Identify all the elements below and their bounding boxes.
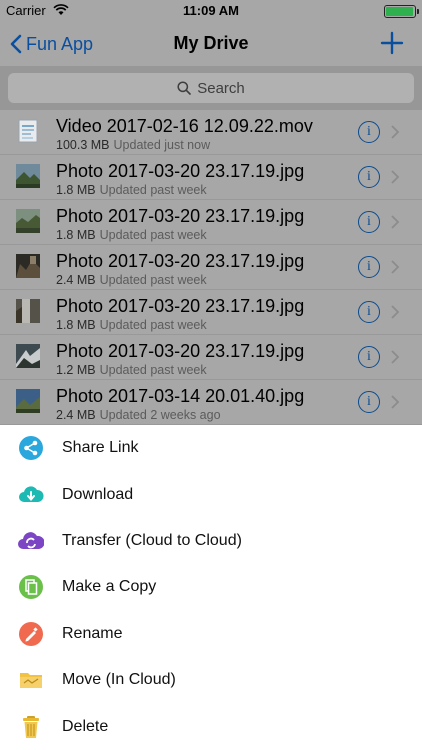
action-label: Rename <box>62 624 123 642</box>
file-name: Photo 2017-03-20 23.17.19.jpg <box>56 251 305 271</box>
file-row-3[interactable]: Photo 2017-03-20 23.17.19.jpg 2.4 MB Upda… <box>0 245 422 290</box>
info-icon: i <box>367 394 371 409</box>
file-size: 1.8 MB <box>56 183 96 197</box>
file-updated: Updated past week <box>99 273 207 287</box>
file-size: 2.4 MB <box>56 273 96 287</box>
delete-action[interactable]: Delete <box>0 703 422 749</box>
file-name: Photo 2017-03-20 23.17.19.jpg <box>56 341 305 361</box>
copy-icon <box>19 575 43 600</box>
file-name: Photo 2017-03-20 23.17.19.jpg <box>56 206 305 226</box>
file-name: Photo 2017-03-20 23.17.19.jpg <box>56 296 305 316</box>
file-size: 1.2 MB <box>56 363 96 377</box>
action-label: Share Link <box>62 439 139 457</box>
file-name: Photo 2017-03-14 20.01.40.jpg <box>56 386 305 406</box>
file-size: 2.4 MB <box>56 408 96 422</box>
file-meta: 1.8 MB Updated past week <box>56 183 207 197</box>
file-size: 100.3 MB <box>56 138 110 152</box>
action-label: Transfer (Cloud to Cloud) <box>62 531 242 549</box>
file-row-4[interactable]: Photo 2017-03-20 23.17.19.jpg 1.8 MB Upda… <box>0 290 422 335</box>
video-file-icon <box>18 119 38 143</box>
info-button[interactable]: i <box>358 256 380 278</box>
search-input[interactable]: Search <box>8 73 414 103</box>
battery-icon <box>384 5 419 18</box>
file-meta: 1.8 MB Updated past week <box>56 318 207 332</box>
download-action[interactable]: Download <box>0 471 422 517</box>
file-size: 1.8 MB <box>56 228 96 242</box>
file-meta: 100.3 MB Updated just now <box>56 138 210 152</box>
info-button[interactable]: i <box>358 166 380 188</box>
navigation-bar: Fun App My Drive <box>0 22 422 66</box>
rename-action[interactable]: Rename <box>0 611 422 657</box>
info-button[interactable]: i <box>358 346 380 368</box>
info-icon: i <box>367 214 371 229</box>
photo-thumbnail <box>16 254 40 278</box>
file-updated: Updated 2 weeks ago <box>99 408 221 422</box>
info-button[interactable]: i <box>358 391 380 413</box>
cloud-download-icon <box>19 485 44 502</box>
photo-thumbnail <box>16 344 40 368</box>
move-action[interactable]: Move (In Cloud) <box>0 657 422 703</box>
status-bar: Carrier 11:09 AM <box>0 0 422 22</box>
file-updated: Updated past week <box>99 183 207 197</box>
info-icon: i <box>367 169 371 184</box>
file-updated: Updated just now <box>113 138 211 152</box>
photo-thumbnail <box>16 299 40 323</box>
search-placeholder: Search <box>197 79 245 97</box>
chevron-right-icon <box>391 305 400 319</box>
file-name: Video 2017-02-16 12.09.22.mov <box>56 116 313 136</box>
file-updated: Updated past week <box>99 363 207 377</box>
file-updated: Updated past week <box>99 318 207 332</box>
photo-thumbnail <box>16 209 40 233</box>
chevron-right-icon <box>391 350 400 364</box>
file-row-5[interactable]: Photo 2017-03-20 23.17.19.jpg 1.2 MB Upda… <box>0 335 422 380</box>
chevron-right-icon <box>391 395 400 409</box>
action-label: Delete <box>62 717 109 735</box>
share-link-action[interactable]: Share Link <box>0 425 422 471</box>
clock: 11:09 AM <box>183 3 239 18</box>
chevron-right-icon <box>391 125 400 139</box>
file-row-6[interactable]: Photo 2017-03-14 20.01.40.jpg 2.4 MB Upda… <box>0 380 422 425</box>
info-icon: i <box>367 349 371 364</box>
make-copy-action[interactable]: Make a Copy <box>0 564 422 610</box>
rename-icon <box>19 621 43 646</box>
trash-icon <box>23 715 39 738</box>
file-meta: 1.8 MB Updated past week <box>56 228 207 242</box>
info-button[interactable]: i <box>358 211 380 233</box>
info-button[interactable]: i <box>358 301 380 323</box>
info-icon: i <box>367 124 371 139</box>
file-row-0[interactable]: Video 2017-02-16 12.09.22.mov 100.3 MB Up… <box>0 110 422 155</box>
file-name: Photo 2017-03-20 23.17.19.jpg <box>56 161 305 181</box>
file-meta: 2.4 MB Updated past week <box>56 273 207 287</box>
chevron-right-icon <box>391 215 400 229</box>
file-updated: Updated past week <box>99 228 207 242</box>
info-button[interactable]: i <box>358 121 380 143</box>
action-label: Download <box>62 485 134 503</box>
chevron-right-icon <box>391 260 400 274</box>
photo-thumbnail <box>16 164 40 188</box>
photo-thumbnail <box>16 389 40 413</box>
cloud-transfer-icon <box>18 532 44 549</box>
add-button[interactable] <box>380 28 404 56</box>
file-row-2[interactable]: Photo 2017-03-20 23.17.19.jpg 1.8 MB Upda… <box>0 200 422 245</box>
chevron-right-icon <box>391 170 400 184</box>
transfer-action[interactable]: Transfer (Cloud to Cloud) <box>0 518 422 564</box>
file-meta: 2.4 MB Updated 2 weeks ago <box>56 408 221 422</box>
file-row-1[interactable]: Photo 2017-03-20 23.17.19.jpg 1.8 MB Upda… <box>0 155 422 200</box>
page-title: My Drive <box>173 33 249 53</box>
search-bar: Search <box>0 66 422 110</box>
info-icon: i <box>367 304 371 319</box>
folder-icon <box>20 673 42 689</box>
action-label: Make a Copy <box>62 578 157 596</box>
info-icon: i <box>367 259 371 274</box>
search-icon <box>177 81 192 95</box>
share-icon <box>19 436 43 461</box>
file-meta: 1.2 MB Updated past week <box>56 363 207 377</box>
file-list: Video 2017-02-16 12.09.22.mov 100.3 MB Up… <box>0 110 422 425</box>
file-size: 1.8 MB <box>56 318 96 332</box>
action-label: Move (In Cloud) <box>62 671 176 689</box>
action-sheet: Share Link Download Transfer (Cloud to C… <box>0 425 422 750</box>
